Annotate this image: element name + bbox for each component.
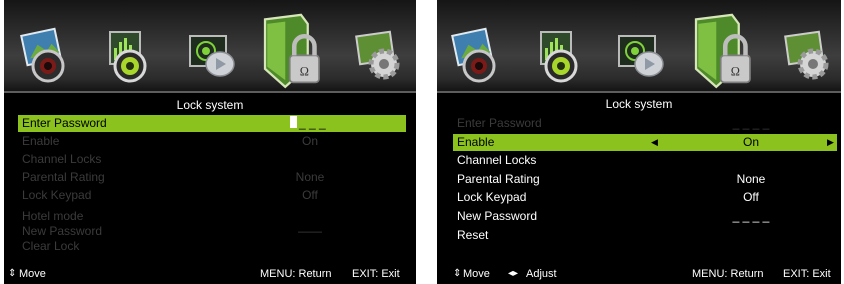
- menu-item-value: None: [736, 172, 766, 186]
- menu-item-label: Enter Password: [457, 116, 542, 130]
- channel-icon[interactable]: [180, 18, 244, 88]
- lock-icon[interactable]: Ω: [687, 12, 759, 92]
- adjust-arrows-icon: ◂▸: [508, 268, 519, 279]
- menu-item-value: On: [742, 135, 759, 149]
- menu-item-label: Channel Locks: [22, 152, 102, 166]
- menu-item-channel-locks[interactable]: Channel Locks: [453, 152, 837, 169]
- menu-item-channel-locks: Channel Locks: [18, 151, 406, 168]
- menu-item-parental-rating: Parental Rating None: [18, 169, 406, 186]
- menu-item-label: Enter Password: [22, 116, 107, 130]
- text-cursor: [290, 116, 297, 128]
- menu-icon-bar: Ω: [4, 0, 416, 93]
- password-input[interactable]: _ _ _: [290, 115, 370, 132]
- move-arrows-icon: ⇕: [453, 268, 462, 279]
- menu-item-value: _ _ _ _: [732, 116, 770, 130]
- menu-item-new-password[interactable]: New Password _ _ _ _: [453, 208, 837, 225]
- svg-text:Ω: Ω: [731, 65, 740, 79]
- menu-item-label: Enable: [22, 134, 60, 148]
- menu-item-parental-rating[interactable]: Parental Rating None: [453, 171, 837, 188]
- move-arrows-icon: ⇕: [8, 268, 17, 279]
- adjust-hint: Adjust: [526, 268, 557, 280]
- menu-item-value: On: [301, 134, 318, 148]
- page-title: Lock system: [176, 98, 244, 112]
- menu-item-clear-lock: Clear Lock: [18, 238, 406, 255]
- menu-item-label: Enable: [457, 135, 495, 149]
- menu-item-label: Clear Lock: [22, 239, 80, 253]
- setup-icon[interactable]: [348, 18, 412, 88]
- menu-item-value: None: [295, 170, 325, 184]
- picture-icon[interactable]: [16, 18, 80, 88]
- tv-menu-screen-left: Ω Lock system Enter Password _ _ _ Enabl…: [4, 0, 416, 284]
- menu-item-label: Channel Locks: [457, 153, 537, 167]
- svg-text:Ω: Ω: [300, 65, 309, 79]
- menu-item-value: Off: [302, 188, 318, 202]
- menu-item-enter-password: Enter Password _ _ _ _: [453, 115, 837, 132]
- exit-hint: EXIT: Exit: [352, 268, 400, 280]
- setup-icon[interactable]: [777, 18, 841, 88]
- menu-item-enable[interactable]: Enable ◀ On ▶: [453, 134, 837, 151]
- menu-return-hint: MENU: Return: [692, 268, 764, 280]
- menu-item-value: Off: [743, 190, 759, 204]
- sound-icon[interactable]: [96, 18, 160, 88]
- menu-item-value: _ _ _ _: [732, 209, 770, 223]
- menu-item-label: Parental Rating: [22, 170, 105, 184]
- menu-item-lock-keypad: Lock Keypad Off: [18, 187, 406, 204]
- move-hint: Move: [463, 268, 490, 280]
- tv-menu-screen-right: Ω Lock system Enter Password _ _ _ _ Ena…: [437, 0, 841, 284]
- menu-item-lock-keypad[interactable]: Lock Keypad Off: [453, 189, 837, 206]
- right-arrow-icon[interactable]: ▶: [827, 134, 834, 151]
- menu-item-label: New Password: [457, 209, 538, 223]
- menu-icon-bar: Ω: [437, 0, 841, 93]
- move-hint: Move: [19, 268, 46, 280]
- channel-icon[interactable]: [609, 18, 673, 88]
- menu-item-enter-password[interactable]: Enter Password _ _ _: [18, 115, 406, 132]
- footer-hints: ⇕ Move ◂▸ Adjust MENU: Return EXIT: Exit: [437, 264, 841, 284]
- menu-item-reset[interactable]: Reset: [453, 227, 837, 244]
- menu-return-hint: MENU: Return: [260, 268, 332, 280]
- picture-icon[interactable]: [447, 18, 511, 88]
- exit-hint: EXIT: Exit: [783, 268, 831, 280]
- menu-item-label: Lock Keypad: [457, 190, 527, 204]
- lock-icon[interactable]: Ω: [256, 12, 328, 92]
- menu-item-label: Reset: [457, 228, 489, 242]
- left-arrow-icon[interactable]: ◀: [651, 134, 658, 151]
- footer-hints: ⇕ Move MENU: Return EXIT: Exit: [4, 264, 416, 284]
- menu-item-label: Lock Keypad: [22, 188, 92, 202]
- menu-item-label: Parental Rating: [457, 172, 540, 186]
- page-title: Lock system: [605, 97, 673, 111]
- menu-item-enable: Enable On: [18, 133, 406, 150]
- sound-icon[interactable]: [527, 18, 591, 88]
